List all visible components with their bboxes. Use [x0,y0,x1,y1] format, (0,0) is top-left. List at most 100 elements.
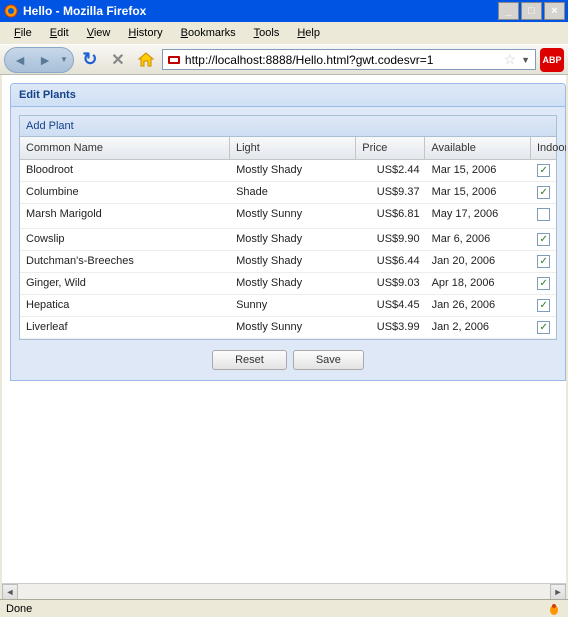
cell-name: Cowslip [20,229,230,250]
table-row[interactable]: Dutchman's-BreechesMostly ShadyUS$6.44Ja… [20,251,556,273]
scroll-left-button[interactable]: ◄ [2,584,18,600]
button-row: Reset Save [19,340,557,370]
status-text: Done [6,603,546,615]
column-price[interactable]: Price [356,137,425,159]
table-row[interactable]: LiverleafMostly SunnyUS$3.99Jan 2, 2006✓ [20,317,556,339]
minimize-button[interactable]: _ [498,2,519,20]
cell-price: US$9.37 [356,182,425,203]
column-indoor[interactable]: Indoor [531,137,556,159]
plants-grid: Common Name Light Price Available Indoor… [19,136,557,340]
maximize-button[interactable]: □ [521,2,542,20]
stop-button[interactable]: ✕ [106,48,130,72]
indoor-checkbox[interactable]: ✓ [537,164,550,177]
indoor-checkbox[interactable]: ✓ [537,255,550,268]
cell-light: Mostly Shady [230,251,356,272]
save-button[interactable]: Save [293,350,364,370]
indoor-checkbox[interactable]: ✓ [537,277,550,290]
adblock-button[interactable]: ABP [540,48,564,72]
column-available[interactable]: Available [425,137,531,159]
nav-button-group: ◄ ► ▼ [4,47,74,73]
close-button[interactable]: × [544,2,565,20]
menu-edit[interactable]: Edit [42,25,77,41]
cell-indoor: ✓ [531,160,556,181]
cell-price: US$3.99 [356,317,425,338]
table-row[interactable]: Marsh MarigoldMostly SunnyUS$6.81May 17,… [20,204,556,229]
table-row[interactable]: Ginger, WildMostly ShadyUS$9.03Apr 18, 2… [20,273,556,295]
indoor-checkbox[interactable] [537,208,550,221]
grid-body: BloodrootMostly ShadyUS$2.44Mar 15, 2006… [20,160,556,339]
horizontal-scrollbar[interactable]: ◄ ► [2,583,566,599]
cell-light: Mostly Shady [230,160,356,181]
column-common-name[interactable]: Common Name [20,137,230,159]
forward-button[interactable]: ► [34,49,56,71]
indoor-checkbox[interactable]: ✓ [537,233,550,246]
url-input[interactable] [185,50,501,69]
cell-name: Hepatica [20,295,230,316]
cell-price: US$4.45 [356,295,425,316]
cell-name: Liverleaf [20,317,230,338]
cell-indoor: ✓ [531,182,556,203]
indoor-checkbox[interactable]: ✓ [537,186,550,199]
cell-price: US$9.03 [356,273,425,294]
cell-available: Mar 15, 2006 [426,160,532,181]
menu-view[interactable]: View [79,25,119,41]
cell-available: Mar 6, 2006 [426,229,532,250]
browser-viewport: Edit Plants Add Plant Common Name Light … [2,75,566,583]
cell-light: Mostly Sunny [230,204,356,228]
menu-file[interactable]: File [6,25,40,41]
status-bar: Done [0,599,568,617]
nav-history-dropdown[interactable]: ▼ [56,49,72,71]
bookmark-star-icon[interactable]: ☆ [504,51,517,68]
cell-indoor [531,204,556,228]
cell-light: Mostly Sunny [230,317,356,338]
cell-name: Marsh Marigold [20,204,230,228]
indoor-checkbox[interactable]: ✓ [537,299,550,312]
table-row[interactable]: ColumbineShadeUS$9.37Mar 15, 2006 ✓ [20,182,556,204]
cell-available: May 17, 2006 [426,204,532,228]
cell-available: Jan 20, 2006 [426,251,532,272]
cell-price: US$6.81 [356,204,425,228]
column-light[interactable]: Light [230,137,356,159]
grid-toolbar: Add Plant [19,115,557,136]
cell-indoor: ✓ [531,251,556,272]
add-plant-button[interactable]: Add Plant [26,120,74,132]
cell-price: US$6.44 [356,251,425,272]
firefox-icon [3,3,19,19]
edit-plants-panel: Edit Plants Add Plant Common Name Light … [10,83,566,381]
cell-price: US$2.44 [356,160,425,181]
firebug-icon[interactable] [546,601,562,617]
back-button[interactable]: ◄ [6,49,34,71]
cell-indoor: ✓ [531,273,556,294]
panel-body: Add Plant Common Name Light Price Availa… [11,107,565,380]
url-bar: ☆ ▼ [162,49,536,70]
grid-header: Common Name Light Price Available Indoor [20,137,556,160]
panel-title: Edit Plants [11,84,565,107]
menu-history[interactable]: History [120,25,170,41]
cell-available: Apr 18, 2006 [426,273,532,294]
cell-available: Mar 15, 2006 [426,182,532,203]
cell-light: Shade [230,182,356,203]
cell-name: Ginger, Wild [20,273,230,294]
reset-button[interactable]: Reset [212,350,287,370]
home-button[interactable] [134,48,158,72]
menu-tools[interactable]: Tools [246,25,288,41]
table-row[interactable]: BloodrootMostly ShadyUS$2.44Mar 15, 2006… [20,160,556,182]
window-title: Hello - Mozilla Firefox [23,4,498,18]
cell-indoor: ✓ [531,317,556,338]
reload-button[interactable]: ↻ [78,48,102,72]
cell-name: Columbine [20,182,230,203]
page-favicon [166,52,182,68]
cell-light: Mostly Shady [230,273,356,294]
cell-light: Mostly Shady [230,229,356,250]
indoor-checkbox[interactable]: ✓ [537,321,550,334]
cell-indoor: ✓ [531,229,556,250]
table-row[interactable]: CowslipMostly ShadyUS$9.90Mar 6, 2006✓ [20,229,556,251]
url-dropdown-icon[interactable]: ▼ [519,55,532,65]
table-row[interactable]: HepaticaSunnyUS$4.45Jan 26, 2006✓ [20,295,556,317]
menu-bar: File Edit View History Bookmarks Tools H… [0,22,568,44]
menu-bookmarks[interactable]: Bookmarks [173,25,244,41]
cell-indoor: ✓ [531,295,556,316]
menu-help[interactable]: Help [289,25,328,41]
scroll-track[interactable] [18,584,550,599]
scroll-right-button[interactable]: ► [550,584,566,600]
